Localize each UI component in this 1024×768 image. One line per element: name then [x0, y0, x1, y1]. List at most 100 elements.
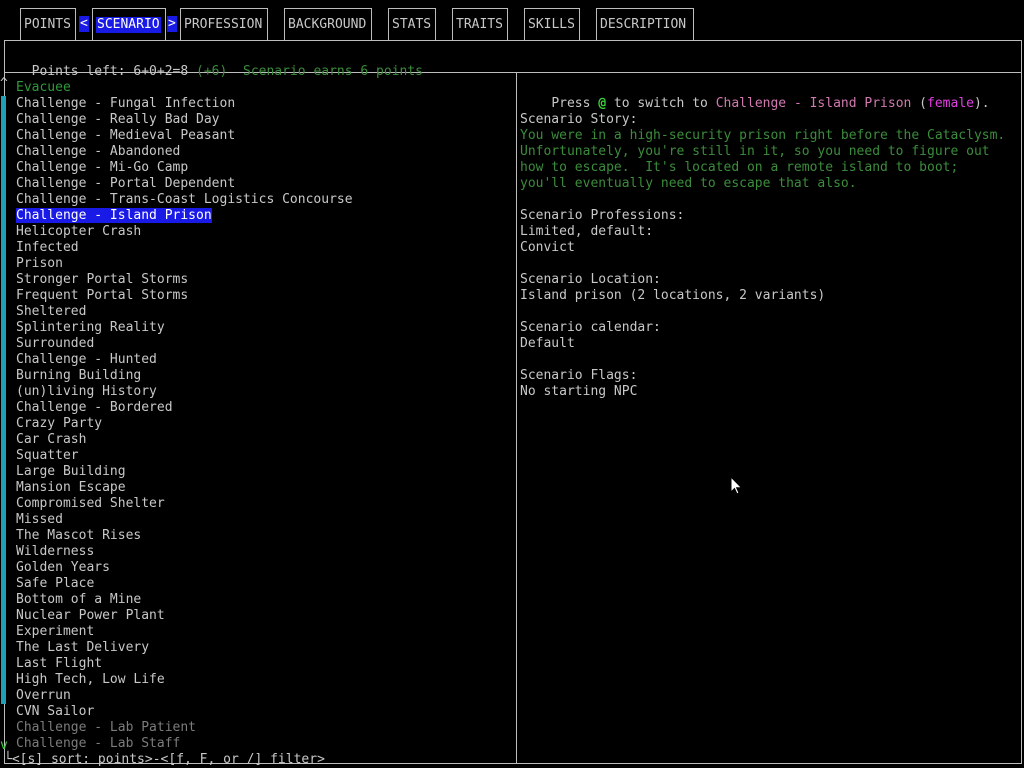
scenario-list-item[interactable]: Missed [16, 512, 63, 528]
tab-points-label: POINTS [24, 17, 71, 32]
scenario-list-item[interactable]: Wilderness [16, 544, 94, 560]
scenario-list-item-label: The Mascot Rises [16, 528, 142, 543]
scenario-list-item[interactable]: High Tech, Low Life [16, 672, 165, 688]
scenario-list-item-label: CVN Sailor [16, 704, 95, 719]
scenario-list-item[interactable]: Challenge - Bordered [16, 400, 173, 416]
scenario-list-item-label: Challenge - Really Bad Day [16, 112, 220, 127]
scenario-list-item-label: Challenge - Mi-Go Camp [16, 160, 189, 175]
scenario-list-item[interactable]: Nuclear Power Plant [16, 608, 165, 624]
tab-scenario-label: SCENARIO [96, 17, 161, 33]
scenario-list-item[interactable]: Challenge - Medieval Peasant [16, 128, 235, 144]
tab-prev-arrow[interactable]: < [79, 16, 89, 32]
scenario-list-item-label: Safe Place [16, 576, 95, 591]
tab-next-arrow[interactable]: > [167, 16, 177, 32]
scenario-list-item[interactable]: The Mascot Rises [16, 528, 141, 544]
switch-paren-close: ). [973, 96, 990, 111]
scenario-list-item[interactable]: Challenge - Hunted [16, 352, 157, 368]
scenario-list-item[interactable]: Frequent Portal Storms [16, 288, 188, 304]
story-heading: Scenario Story: [520, 112, 638, 127]
scenario-list-item[interactable]: (un)living History [16, 384, 157, 400]
scenario-list-item[interactable]: Challenge - Fungal Infection [16, 96, 235, 112]
list-scrollbar[interactable] [1, 96, 6, 704]
scenario-list-item[interactable]: Last Flight [16, 656, 102, 672]
tab-skills[interactable]: SKILLS [524, 8, 580, 40]
scenario-list-item-label: Squatter [16, 448, 79, 463]
scenario-list-item[interactable]: Overrun [16, 688, 71, 704]
scenario-list-item[interactable]: Challenge - Island Prison [16, 208, 212, 224]
scenario-list-item[interactable]: Golden Years [16, 560, 110, 576]
scenario-list-item-label: Nuclear Power Plant [16, 608, 165, 623]
tab-traits-label: TRAITS [456, 17, 503, 32]
scenario-list-item[interactable]: Infected [16, 240, 79, 256]
scenario-list-item[interactable]: Challenge - Mi-Go Camp [16, 160, 188, 176]
scenario-list-item[interactable]: Car Crash [16, 432, 86, 448]
scenario-list-item-label: Burning Building [16, 368, 142, 383]
scenario-list-item[interactable]: Stronger Portal Storms [16, 272, 188, 288]
scenario-list-item[interactable]: Evacuee [16, 80, 71, 96]
scenario-list-item-label: The Last Delivery [16, 640, 150, 655]
scenario-list-item-label: Experiment [16, 624, 95, 639]
scenario-list-item[interactable]: Mansion Escape [16, 480, 126, 496]
scenario-list-item-label: Compromised Shelter [16, 496, 165, 511]
scenario-list-item[interactable]: Challenge - Lab Patient [16, 720, 196, 736]
scenario-list-item[interactable]: Challenge - Really Bad Day [16, 112, 220, 128]
switch-hint-prefix: Press [551, 96, 599, 111]
scenario-list-item[interactable]: Large Building [16, 464, 126, 480]
scenario-list-item[interactable]: Challenge - Abandoned [16, 144, 180, 160]
scenario-list-item[interactable]: Sheltered [16, 304, 86, 320]
switch-hint-middle: to switch to [606, 96, 716, 111]
switch-target: Challenge - Island Prison [715, 96, 912, 111]
footer-sort-filter: <[s] sort: points>-<[f, F, or /] filter> [11, 752, 325, 767]
scenario-list-item-label: (un)living History [16, 384, 157, 399]
scenario-list-item[interactable]: Squatter [16, 448, 79, 464]
calendar-value: Default [520, 336, 575, 351]
story-line: You were in a high-security prison right… [520, 128, 1006, 143]
footer-hint: └<[s] sort: points>-<[f, F, or /] filter… [4, 752, 325, 767]
scenario-list-item[interactable]: Splintering Reality [16, 320, 165, 336]
scenario-list-item[interactable]: Compromised Shelter [16, 496, 165, 512]
scenario-list-item-label: Infected [16, 240, 79, 255]
scenario-list-item-label: Evacuee [16, 80, 71, 95]
switch-gender: female [927, 96, 974, 111]
scenario-list-item-label: Challenge - Bordered [16, 400, 173, 415]
scenario-list-item[interactable]: Bottom of a Mine [16, 592, 141, 608]
scenario-list-item-label: Helicopter Crash [16, 224, 142, 239]
scenario-list-item-label: Challenge - Portal Dependent [16, 176, 236, 191]
scenario-list-item[interactable]: CVN Sailor [16, 704, 94, 720]
scenario-list-item[interactable]: Burning Building [16, 368, 141, 384]
scenario-list-item[interactable]: Prison [16, 256, 63, 272]
scroll-up-indicator[interactable]: ^ [0, 76, 8, 92]
scenario-list-item-label: Prison [16, 256, 63, 271]
switch-key[interactable]: @ [598, 96, 606, 111]
scenario-list-item-label: Challenge - Island Prison [16, 208, 212, 223]
scenario-list-item[interactable]: Helicopter Crash [16, 224, 141, 240]
tab-description[interactable]: DESCRIPTION [596, 8, 694, 40]
tab-profession[interactable]: PROFESSION [180, 8, 268, 40]
tab-scenario[interactable]: SCENARIO [92, 8, 166, 40]
tab-traits[interactable]: TRAITS [452, 8, 508, 40]
scenario-list-item-label: Overrun [16, 688, 71, 703]
points-left: Points left: 6+0+2=8 [31, 64, 189, 79]
scenario-list-item[interactable]: Challenge - Portal Dependent [16, 176, 235, 192]
story-line: how to escape. It's located on a remote … [520, 160, 959, 175]
scenario-earn-text: Scenario earns 6 points [243, 64, 424, 79]
switch-hint: Press @ to switch to Challenge - Island … [520, 80, 989, 111]
scenario-list-item[interactable]: Surrounded [16, 336, 94, 352]
tab-background[interactable]: BACKGROUND [284, 8, 372, 40]
scenario-list-item[interactable]: Experiment [16, 624, 94, 640]
scenario-list-item-label: Challenge - Abandoned [16, 144, 181, 159]
scenario-list-item-label: Stronger Portal Storms [16, 272, 189, 287]
scenario-list-item[interactable]: The Last Delivery [16, 640, 149, 656]
scenario-list-item-label: Sheltered [16, 304, 87, 319]
scenario-list-item-label: Challenge - Medieval Peasant [16, 128, 236, 143]
scenario-list-item[interactable]: Challenge - Lab Staff [16, 736, 180, 752]
scenario-list-item-label: Splintering Reality [16, 320, 165, 335]
scenario-list-item[interactable]: Challenge - Trans-Coast Logistics Concou… [16, 192, 353, 208]
scenario-list-item-label: Challenge - Trans-Coast Logistics Concou… [16, 192, 353, 207]
mouse-cursor-icon [730, 476, 743, 495]
tab-points[interactable]: POINTS [20, 8, 76, 40]
scenario-list-item-label: Challenge - Hunted [16, 352, 157, 367]
scenario-list-item[interactable]: Crazy Party [16, 416, 102, 432]
scenario-list-item[interactable]: Safe Place [16, 576, 94, 592]
tab-stats[interactable]: STATS [388, 8, 436, 40]
